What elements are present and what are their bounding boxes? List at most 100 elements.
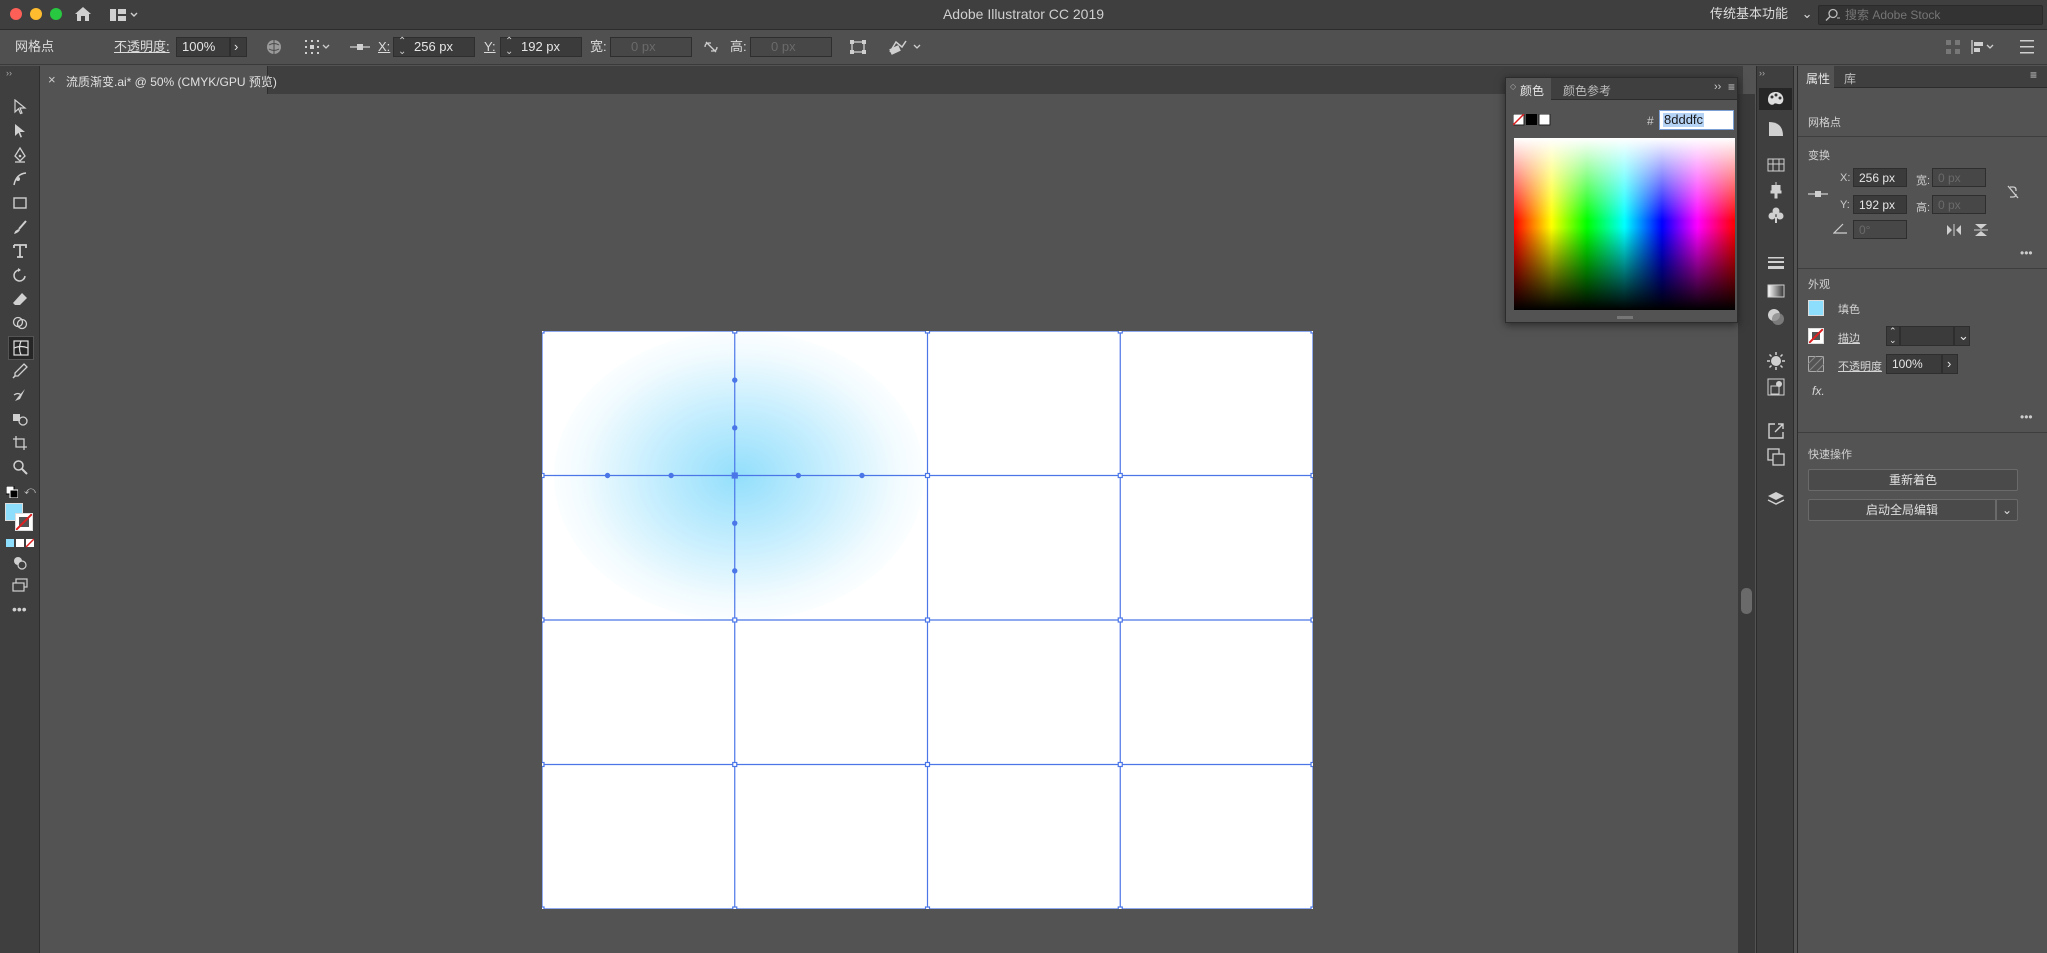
paintbrush-tool-icon[interactable]	[8, 216, 32, 238]
mesh-point[interactable]	[1310, 906, 1313, 909]
fill-color-swatch[interactable]	[1808, 300, 1824, 316]
flip-vertical-icon[interactable]	[1974, 223, 1988, 237]
mesh-point[interactable]	[732, 617, 738, 623]
mesh-point[interactable]	[924, 472, 931, 479]
opacity-field[interactable]: 100%	[176, 37, 230, 57]
link-proportions-icon[interactable]	[703, 40, 719, 54]
close-icon[interactable]: ×	[48, 72, 56, 87]
mesh-point[interactable]	[732, 906, 738, 909]
flip-horizontal-icon[interactable]	[1946, 224, 1962, 236]
mesh-point[interactable]	[1310, 472, 1313, 479]
transform-icon[interactable]	[849, 39, 867, 55]
panel-expand-icon[interactable]: ››	[1714, 81, 1721, 93]
mesh-point[interactable]	[924, 331, 931, 334]
y-field[interactable]: 192 px	[1853, 195, 1907, 214]
layers-icon[interactable]	[1767, 490, 1785, 508]
artboard-tool-icon[interactable]	[8, 432, 32, 454]
mesh-point-selected[interactable]	[731, 472, 738, 479]
recolor-globe-icon[interactable]	[266, 39, 282, 55]
opacity-expand-button[interactable]: ›	[1942, 354, 1958, 374]
stock-search-input[interactable]	[1843, 7, 2038, 23]
blend-tool-icon[interactable]	[8, 384, 32, 406]
mesh-point[interactable]	[732, 331, 738, 334]
stroke-weight-stepper[interactable]: ⌃ ⌄	[1886, 326, 1900, 346]
tab-library[interactable]: 库	[1844, 70, 1856, 87]
w-field[interactable]: 0 px	[1932, 168, 1986, 187]
arrange-icon[interactable]	[1945, 39, 1961, 55]
mesh-point[interactable]	[542, 761, 545, 768]
mesh-direction-handle[interactable]	[859, 472, 865, 479]
panel-menu-icon[interactable]: ≡	[2030, 68, 2037, 82]
mesh-point[interactable]	[732, 761, 738, 768]
mesh-direction-handle[interactable]	[732, 377, 738, 383]
stroke-label[interactable]: 描边	[1838, 330, 1860, 346]
mesh-direction-handle[interactable]	[732, 520, 738, 526]
mesh-point[interactable]	[1117, 906, 1123, 909]
eraser-tool-icon[interactable]	[8, 288, 32, 310]
zoom-tool-icon[interactable]	[8, 456, 32, 478]
control-bar-menu-icon[interactable]	[2020, 38, 2034, 56]
tab-color[interactable]: ◇ 颜色	[1506, 78, 1551, 100]
x-field[interactable]: 256 px	[1853, 168, 1907, 187]
stroke-color-swatch[interactable]	[1808, 328, 1824, 344]
w-field[interactable]: 0 px	[610, 37, 692, 57]
mesh-point[interactable]	[924, 906, 931, 909]
panel-menu-icon[interactable]: ≡	[1728, 80, 1735, 94]
workspace-switcher[interactable]: 传统基本功能 ⌄	[1710, 0, 1813, 30]
color-mode-icons[interactable]	[6, 538, 34, 548]
mesh-point[interactable]	[542, 906, 545, 909]
mesh-direction-handle[interactable]	[604, 472, 611, 479]
y-stepper-icon[interactable]: ⌃ ⌄	[505, 37, 513, 57]
mesh-point[interactable]	[924, 761, 931, 768]
mesh-point[interactable]	[542, 472, 545, 479]
mesh-point[interactable]	[924, 617, 931, 623]
symbol-sprayer-tool-icon[interactable]	[8, 408, 32, 430]
direct-selection-tool-icon[interactable]	[8, 120, 32, 142]
export-asset-icon[interactable]	[1767, 422, 1785, 440]
color-panel-icon[interactable]	[1759, 88, 1792, 110]
align-icon[interactable]	[1970, 39, 1996, 55]
mesh-point[interactable]	[1117, 331, 1123, 334]
eyedropper-tool-icon[interactable]	[8, 360, 32, 382]
stock-search[interactable]	[1818, 5, 2043, 25]
collapse-toolbar-icon[interactable]: ››	[6, 68, 12, 78]
stroke-weight-dropdown[interactable]: ⌄	[1954, 326, 1970, 346]
swatches-icon[interactable]	[1767, 158, 1785, 172]
mesh-direction-handle[interactable]	[668, 472, 674, 479]
opacity-expand-button[interactable]: ›	[230, 37, 247, 57]
mesh-direction-handle[interactable]	[732, 568, 738, 574]
rotate-tool-icon[interactable]	[8, 264, 32, 286]
opacity-field[interactable]: 100%	[1886, 354, 1942, 374]
shape-builder-tool-icon[interactable]	[8, 312, 32, 334]
gradient-panel-icon[interactable]	[1767, 284, 1785, 298]
mesh-point[interactable]	[1117, 761, 1123, 768]
stroke-panel-icon[interactable]	[1767, 256, 1785, 270]
document-tab[interactable]: × 流质渐变.ai* @ 50% (CMYK/GPU 预览)	[42, 66, 277, 94]
stroke-swatch[interactable]	[15, 513, 33, 531]
mesh-direction-handle[interactable]	[795, 472, 802, 479]
hex-field[interactable]: 8dddfc	[1659, 110, 1734, 130]
swap-fill-stroke-icon[interactable]: ⤺	[24, 485, 36, 498]
h-field[interactable]: 0 px	[750, 37, 832, 57]
default-fill-stroke-icon[interactable]	[6, 486, 18, 498]
mesh-tool-icon[interactable]	[8, 336, 34, 360]
start-global-edit-button[interactable]: 启动全局编辑	[1808, 499, 1996, 521]
puppet-warp-icon[interactable]	[888, 38, 924, 56]
opacity-label[interactable]: 不透明度:	[114, 30, 170, 64]
collapse-strip-icon[interactable]: ››	[1759, 68, 1765, 78]
artboards-panel-icon[interactable]	[1767, 448, 1785, 466]
opacity-label[interactable]: 不透明度	[1838, 358, 1882, 374]
vertical-scrollbar[interactable]	[1738, 94, 1755, 953]
color-spectrum[interactable]	[1514, 138, 1735, 310]
more-options-icon[interactable]: •••	[2020, 246, 2033, 260]
angle-field[interactable]: 0°	[1853, 220, 1907, 239]
mesh-direction-handle[interactable]	[732, 425, 738, 431]
more-options-icon[interactable]: •••	[2020, 410, 2033, 424]
global-edit-options-dropdown[interactable]: ⌄	[1996, 499, 2018, 521]
edit-toolbar-icon[interactable]: •••	[12, 601, 27, 617]
mesh-point[interactable]	[1310, 761, 1313, 768]
gradient-mesh[interactable]	[542, 331, 1313, 909]
stroke-weight-field[interactable]	[1900, 326, 1954, 346]
graphic-styles-icon[interactable]	[1767, 378, 1785, 396]
screen-mode-icon[interactable]	[8, 574, 32, 596]
